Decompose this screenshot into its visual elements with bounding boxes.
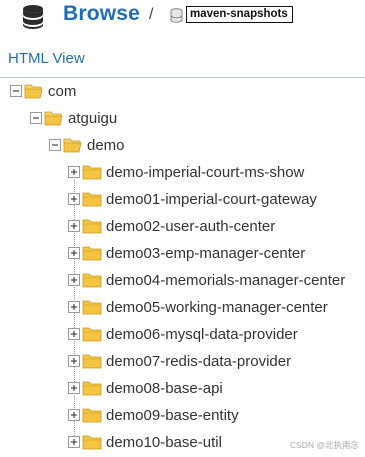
tree-node-label[interactable]: demo03-emp-manager-center (106, 245, 305, 262)
tree-node-item[interactable]: demo05-working-manager-center (68, 296, 328, 318)
breadcrumb-separator: / (149, 6, 154, 23)
tree-node-item[interactable]: demo02-user-auth-center (68, 215, 275, 237)
expand-icon[interactable] (68, 436, 80, 448)
tree-node-label[interactable]: demo01-imperial-court-gateway (106, 191, 317, 208)
expand-icon[interactable] (68, 247, 80, 259)
collapse-icon[interactable] (30, 112, 42, 124)
folder-open-icon (24, 84, 43, 99)
tree-node-com[interactable]: com (10, 80, 76, 102)
repository-icon (170, 8, 183, 23)
folder-icon (82, 219, 102, 234)
folder-icon (82, 327, 102, 342)
expand-icon[interactable] (68, 355, 80, 367)
folder-icon (82, 300, 102, 315)
folder-icon (82, 192, 102, 207)
collapse-icon[interactable] (10, 85, 22, 97)
folder-icon (82, 408, 102, 423)
folder-open-icon (63, 138, 82, 153)
tree-node-item[interactable]: demo03-emp-manager-center (68, 242, 305, 264)
tree-node-item[interactable]: demo07-redis-data-provider (68, 350, 291, 372)
folder-icon (82, 246, 102, 261)
expand-icon[interactable] (68, 409, 80, 421)
watermark: CSDN @北执南念 (289, 440, 359, 450)
tab-divider (0, 77, 365, 78)
folder-icon (82, 273, 102, 288)
tree-node-item[interactable]: demo06-mysql-data-provider (68, 323, 298, 345)
folder-icon (82, 165, 102, 180)
page-title[interactable]: Browse (63, 2, 140, 26)
expand-icon[interactable] (68, 166, 80, 178)
folder-open-icon (44, 111, 63, 126)
tree-node-item[interactable]: demo04-memorials-manager-center (68, 269, 345, 291)
browse-header: Browse / maven-snapshots (0, 0, 365, 36)
tab-html-view[interactable]: HTML View (8, 50, 85, 67)
tree-node-label[interactable]: demo (87, 137, 125, 154)
tree-node-item[interactable]: demo10-base-util (68, 431, 222, 453)
tree-node-item[interactable]: demo01-imperial-court-gateway (68, 188, 317, 210)
tree-node-label[interactable]: demo08-base-api (106, 380, 223, 397)
expand-icon[interactable] (68, 193, 80, 205)
expand-icon[interactable] (68, 382, 80, 394)
collapse-icon[interactable] (49, 139, 61, 151)
tree-node-atguigu[interactable]: atguigu (30, 107, 117, 129)
tree-node-label[interactable]: demo05-working-manager-center (106, 299, 328, 316)
expand-icon[interactable] (68, 301, 80, 313)
database-icon (23, 5, 43, 29)
tree-node-label[interactable]: com (48, 83, 76, 100)
tree-node-label[interactable]: demo04-memorials-manager-center (106, 272, 345, 289)
folder-icon (82, 354, 102, 369)
tree-node-item[interactable]: demo09-base-entity (68, 404, 239, 426)
expand-icon[interactable] (68, 328, 80, 340)
tree-node-label[interactable]: demo07-redis-data-provider (106, 353, 291, 370)
tree-node-item[interactable]: demo-imperial-court-ms-show (68, 161, 304, 183)
tree-node-label[interactable]: atguigu (68, 110, 117, 127)
tree-node-label[interactable]: demo10-base-util (106, 434, 222, 451)
tree-node-label[interactable]: demo-imperial-court-ms-show (106, 164, 304, 181)
expand-icon[interactable] (68, 220, 80, 232)
tree-node-item[interactable]: demo08-base-api (68, 377, 223, 399)
tree-node-label[interactable]: demo09-base-entity (106, 407, 239, 424)
tree-node-demo[interactable]: demo (49, 134, 125, 156)
tree-node-label[interactable]: demo02-user-auth-center (106, 218, 275, 235)
folder-icon (82, 381, 102, 396)
folder-icon (82, 435, 102, 450)
expand-icon[interactable] (68, 274, 80, 286)
tree-node-label[interactable]: demo06-mysql-data-provider (106, 326, 298, 343)
breadcrumb-repository[interactable]: maven-snapshots (186, 6, 293, 23)
